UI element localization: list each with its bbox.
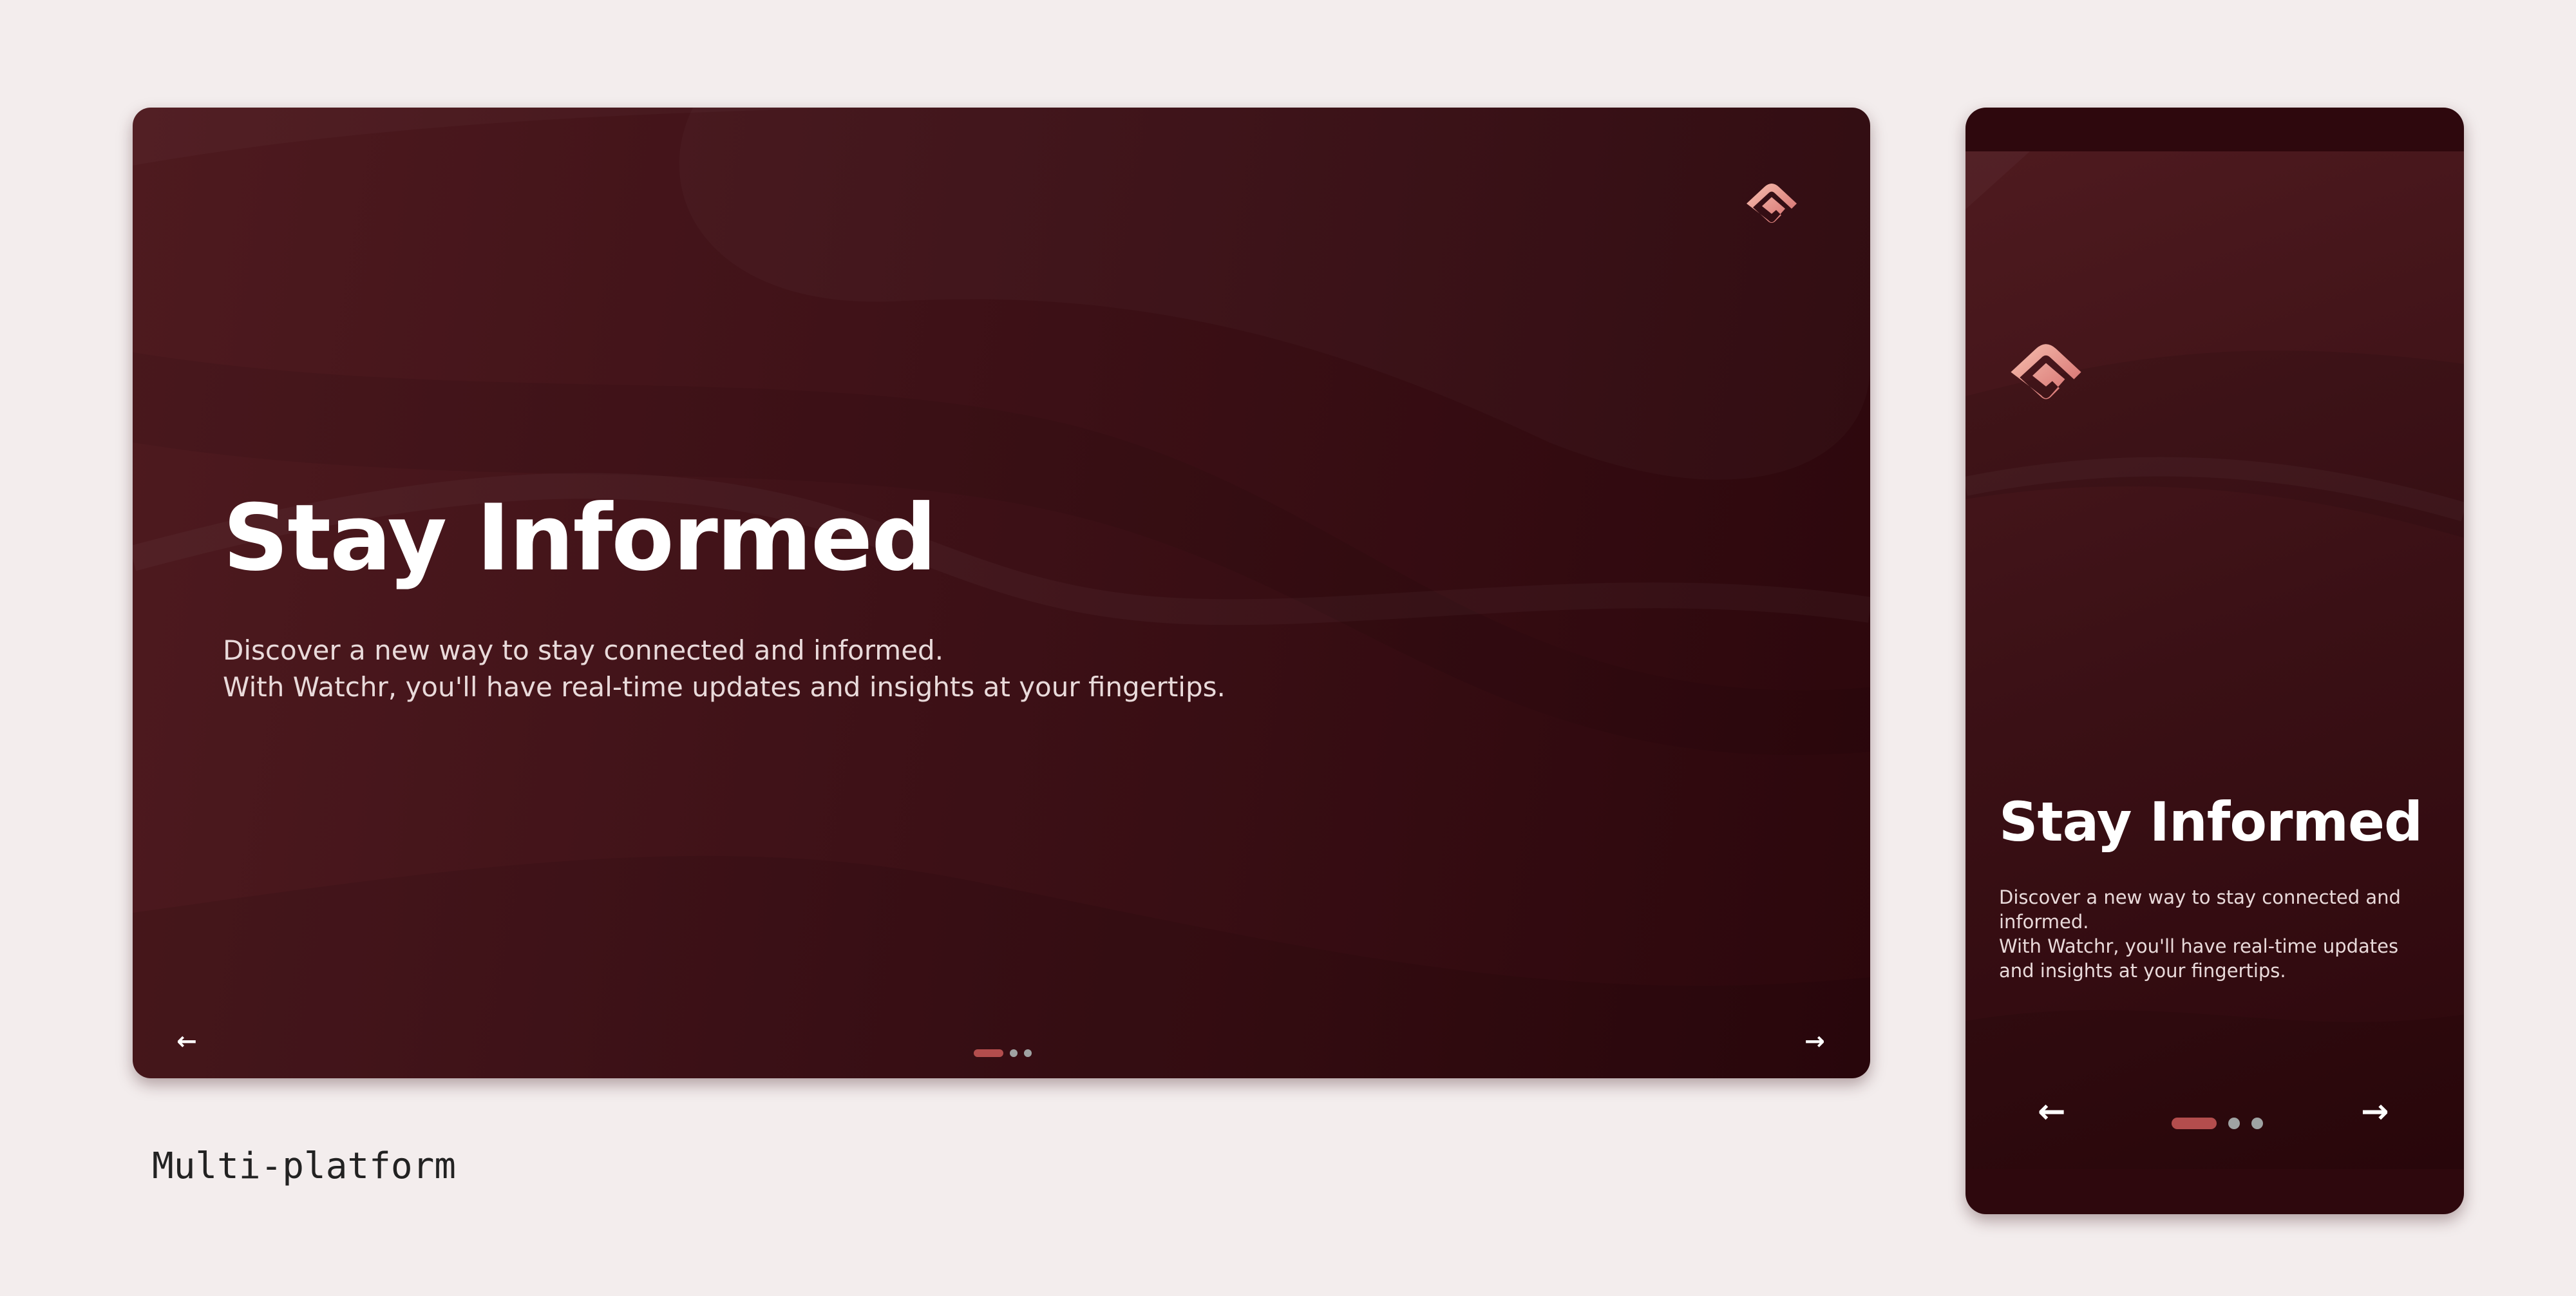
mobile-carousel-indicator xyxy=(2172,1118,2263,1129)
background-waves xyxy=(133,352,1870,1078)
mobile-description: Discover a new way to stay connected and… xyxy=(1999,885,2418,983)
desktop-onboarding-card xyxy=(133,108,1870,1078)
mobile-description-line-2: With Watchr, you'll have real-time updat… xyxy=(1999,935,2399,982)
previous-arrow-icon[interactable]: ← xyxy=(176,1029,197,1053)
mobile-device-frame xyxy=(1965,108,2464,1214)
mobile-previous-arrow-icon[interactable]: ← xyxy=(2038,1095,2066,1129)
mobile-onboarding-screen xyxy=(1965,151,2464,1169)
mobile-carousel-dot-2[interactable] xyxy=(2228,1118,2240,1129)
mobile-page-title: Stay Informed xyxy=(1999,790,2423,853)
desktop-description-line-2: With Watchr, you'll have real-time updat… xyxy=(223,671,1226,703)
watchr-logo-icon xyxy=(1743,182,1801,227)
mobile-carousel-dot-3[interactable] xyxy=(2251,1118,2263,1129)
mobile-description-line-1: Discover a new way to stay connected and… xyxy=(1999,886,2401,933)
desktop-carousel-indicator xyxy=(974,1049,1032,1057)
mobile-next-arrow-icon[interactable]: → xyxy=(2361,1095,2389,1129)
mobile-watchr-logo-icon xyxy=(2005,341,2087,405)
desktop-description-line-1: Discover a new way to stay connected and… xyxy=(223,634,944,666)
next-arrow-icon[interactable]: → xyxy=(1804,1029,1825,1053)
mobile-carousel-dot-1-active[interactable] xyxy=(2172,1118,2217,1129)
desktop-page-title: Stay Informed xyxy=(223,485,937,591)
carousel-dot-3[interactable] xyxy=(1024,1049,1032,1057)
platform-caption: Multi-platform xyxy=(152,1145,457,1187)
carousel-dot-2[interactable] xyxy=(1010,1049,1018,1057)
carousel-dot-1-active[interactable] xyxy=(974,1049,1003,1057)
desktop-description: Discover a new way to stay connected and… xyxy=(223,632,1226,705)
mobile-background-waves xyxy=(1965,350,2464,1169)
